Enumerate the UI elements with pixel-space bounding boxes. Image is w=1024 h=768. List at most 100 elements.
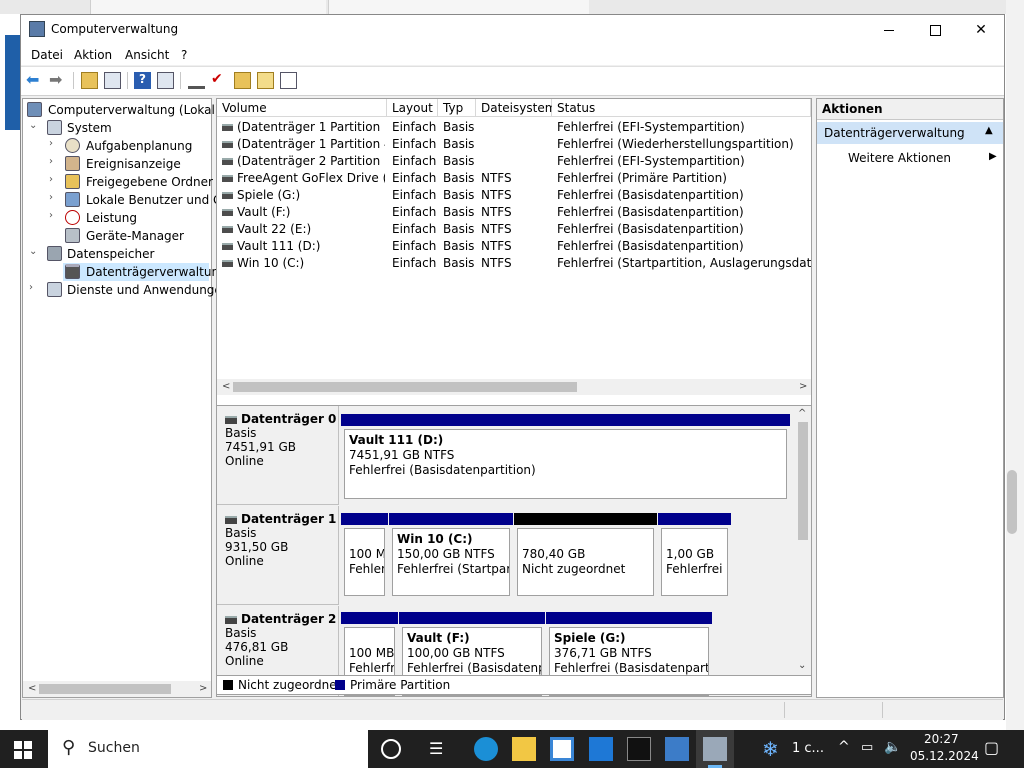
show-hide-tree-icon[interactable]	[104, 72, 121, 89]
volume-drive-icon	[222, 243, 233, 250]
tree-item-datentraegerverwaltung[interactable]: Datenträgerverwaltung	[63, 263, 227, 281]
up-folder-icon[interactable]	[81, 72, 98, 89]
network-icon[interactable]: ▭	[861, 740, 873, 755]
column-header-volume[interactable]: Volume	[217, 99, 387, 117]
menu-ansicht[interactable]: Ansicht	[125, 48, 169, 62]
chevron-right-icon[interactable]: ›	[29, 282, 33, 293]
volume-cell-status: Fehlerfrei (Basisdatenpartition)	[557, 205, 744, 219]
windows-start-icon[interactable]	[14, 741, 32, 759]
properties-view-icon[interactable]	[157, 72, 174, 89]
partition-recovery[interactable]: 1,00 GB Fehlerfrei (\	[658, 513, 731, 599]
scroll-left-arrow-icon[interactable]: <	[222, 381, 230, 392]
chevron-right-icon[interactable]: ›	[49, 192, 53, 203]
tree-horizontal-scrollbar[interactable]: < >	[23, 681, 211, 697]
volume-row[interactable]: (Datenträger 1 Partition 1) Einfach Basis F…	[217, 119, 811, 136]
volume-cell-typ: Basis	[443, 222, 475, 236]
control-panel-icon[interactable]	[665, 737, 689, 761]
collapse-up-icon[interactable]: ▲	[985, 125, 993, 136]
partition-size: 100,00 GB NTFS	[407, 646, 505, 660]
scroll-right-arrow-icon[interactable]: >	[799, 381, 807, 392]
scroll-right-arrow-icon[interactable]: >	[199, 683, 207, 694]
volume-cell-layout: Einfach	[392, 188, 437, 202]
menu-help[interactable]: ?	[181, 48, 187, 62]
minimize-button[interactable]	[866, 15, 912, 45]
connect-drive-icon[interactable]	[188, 72, 205, 89]
folder-search-icon[interactable]	[257, 72, 274, 89]
partition-size: 1,00 GB	[666, 547, 715, 561]
chevron-right-icon[interactable]: ›	[49, 156, 53, 167]
volume-row[interactable]: Vault (F:) Einfach Basis NTFS Fehlerfrei (Ba…	[217, 204, 811, 221]
help-icon[interactable]: ?	[134, 72, 151, 89]
taskbar-active-app[interactable]	[696, 730, 734, 768]
scrollbar-thumb[interactable]	[233, 382, 577, 392]
background-page	[1006, 0, 1024, 730]
close-button[interactable]: ✕	[958, 15, 1004, 45]
folder-up-icon[interactable]	[234, 72, 251, 89]
column-header-status[interactable]: Status	[552, 99, 811, 117]
taskbar-search-box[interactable]: ⚲ Suchen	[48, 730, 368, 768]
weather-text[interactable]: 1 c...	[792, 741, 824, 756]
settings-dialog-icon[interactable]	[280, 72, 297, 89]
volume-row[interactable]: (Datenträger 1 Partition 4) Einfach Basis F…	[217, 136, 811, 153]
terminal-icon[interactable]	[627, 737, 651, 761]
chevron-right-icon[interactable]: ›	[49, 174, 53, 185]
background-scrollbar-thumb[interactable]	[1007, 470, 1017, 534]
volume-row[interactable]: Vault 111 (D:) Einfach Basis NTFS Fehlerfrei…	[217, 238, 811, 255]
microsoft-store-icon[interactable]	[550, 737, 574, 761]
chevron-right-icon[interactable]: ›	[49, 210, 53, 221]
title-bar[interactable]: Computerverwaltung ✕	[21, 15, 1004, 45]
scrollbar-thumb[interactable]	[798, 422, 808, 540]
minimize-icon	[884, 29, 894, 31]
partition-win10[interactable]: Win 10 (C:) 150,00 GB NTFS Fehlerfrei (S…	[389, 513, 513, 599]
chevron-right-icon[interactable]: ›	[49, 138, 53, 149]
volume-cell-typ: Basis	[443, 205, 475, 219]
tree-label: Leistung	[86, 211, 137, 225]
volume-cell-layout: Einfach	[392, 222, 437, 236]
clock-time[interactable]: 20:27	[924, 732, 959, 746]
menu-bar: Datei Aktion Ansicht ?	[21, 45, 1004, 65]
volume-row[interactable]: FreeAgent GoFlex Drive (H:) Einfach Basis N…	[217, 170, 811, 187]
task-view-icon[interactable]	[381, 739, 401, 759]
volume-icon[interactable]: 🔈	[884, 739, 901, 755]
clock-date[interactable]: 05.12.2024	[910, 749, 979, 763]
column-header-dateisystem[interactable]: Dateisystem	[476, 99, 556, 117]
disk-vertical-scrollbar[interactable]: ^ ⌄	[794, 406, 811, 696]
widgets-icon[interactable]: ☰	[429, 737, 453, 761]
menu-datei[interactable]: Datei	[31, 48, 63, 62]
background-browser-tab[interactable]	[328, 0, 589, 14]
mail-icon[interactable]	[589, 737, 613, 761]
file-explorer-icon[interactable]	[512, 737, 536, 761]
volume-row[interactable]: Vault 22 (E:) Einfach Basis NTFS Fehlerfrei …	[217, 221, 811, 238]
volume-row[interactable]: (Datenträger 2 Partition 1) Einfach Basis F…	[217, 153, 811, 170]
notifications-icon[interactable]: ▢	[984, 738, 999, 757]
column-header-layout[interactable]: Layout	[387, 99, 438, 117]
actions-section-datentraegerverwaltung[interactable]: Datenträgerverwaltung ▲	[817, 122, 1003, 144]
volume-cell-layout: Einfach	[392, 256, 437, 270]
scroll-left-arrow-icon[interactable]: <	[28, 683, 36, 694]
partition-status: Fehlerfre	[349, 661, 395, 675]
partition-disk1-efi[interactable]: 100 M Fehler	[341, 513, 388, 599]
menu-aktion[interactable]: Aktion	[74, 48, 112, 62]
weather-snow-icon[interactable]: ❄	[762, 737, 779, 761]
scroll-down-arrow-icon[interactable]: ⌄	[798, 660, 806, 671]
disk-1-info[interactable]: Datenträger 1 Basis 931,50 GB Online	[217, 506, 339, 605]
edge-browser-icon[interactable]	[474, 737, 498, 761]
disk-0-info[interactable]: Datenträger 0 Basis 7451,91 GB Online	[217, 406, 339, 505]
checklist-icon[interactable]: ✔	[211, 72, 228, 89]
chevron-down-icon[interactable]: ⌄	[29, 120, 37, 131]
actions-weitere-aktionen[interactable]: Weitere Aktionen ▶	[817, 148, 1003, 168]
column-header-typ[interactable]: Typ	[438, 99, 476, 117]
back-arrow-icon[interactable]: ⬅	[26, 72, 43, 89]
partition-unallocated[interactable]: 780,40 GB Nicht zugeordnet	[514, 513, 657, 599]
volume-row[interactable]: Spiele (G:) Einfach Basis NTFS Fehlerfrei (B…	[217, 187, 811, 204]
background-browser-tab[interactable]	[90, 0, 326, 14]
forward-arrow-icon[interactable]: ➡	[49, 72, 66, 89]
volume-row[interactable]: Win 10 (C:) Einfach Basis NTFS Fehlerfrei (S…	[217, 255, 811, 272]
volume-horizontal-scrollbar[interactable]: < >	[217, 379, 811, 395]
chevron-up-icon[interactable]: ^	[838, 739, 850, 755]
scrollbar-thumb[interactable]	[39, 684, 171, 694]
scroll-up-arrow-icon[interactable]: ^	[798, 408, 806, 419]
chevron-down-icon[interactable]: ⌄	[29, 246, 37, 257]
partition-vault111[interactable]: Vault 111 (D:) 7451,91 GB NTFS Fehlerfre…	[341, 414, 790, 502]
maximize-button[interactable]	[912, 15, 958, 45]
